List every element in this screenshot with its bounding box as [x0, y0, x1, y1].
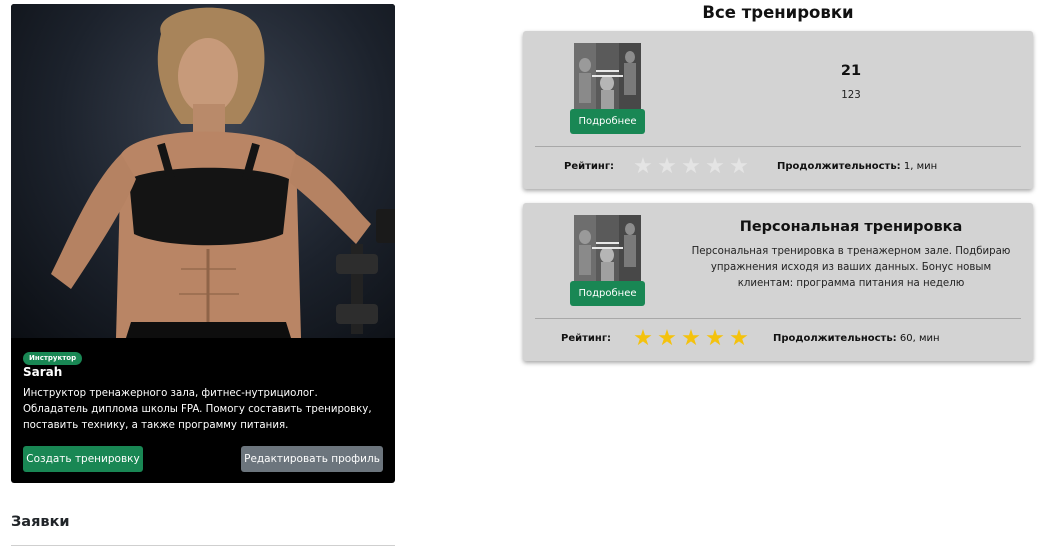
role-badge: Инструктор: [23, 352, 83, 365]
edit-profile-button[interactable]: Редактировать профиль: [241, 446, 383, 472]
workout-description: Персональная тренировка в тренажерном за…: [691, 246, 1011, 289]
workout-thumbnail: [574, 43, 641, 110]
instructor-bio: Инструктор тренажерного зала, фитнес-нут…: [23, 388, 372, 431]
duration-value: 1, мин: [903, 161, 938, 172]
workout-card: Подробнее Персональная тренировка Персон…: [523, 203, 1033, 361]
workout-title: 21: [840, 63, 862, 79]
workout-description: 123: [841, 90, 861, 101]
star-icon[interactable]: ★: [655, 327, 679, 351]
star-icon[interactable]: ★: [727, 327, 751, 351]
rating-label: Рейтинг:: [561, 333, 612, 344]
instructor-profile-card: Инструктор Sarah Инструктор тренажерного…: [11, 4, 395, 483]
star-icon[interactable]: ★: [727, 155, 751, 179]
workout-duration: Продолжительность: 60, мин: [773, 333, 940, 344]
duration-label: Продолжительность:: [773, 333, 897, 344]
star-icon[interactable]: ★: [631, 155, 655, 179]
star-icon[interactable]: ★: [655, 155, 679, 179]
workout-title: Персональная тренировка: [739, 219, 963, 235]
instructor-photo: [11, 4, 395, 338]
all-workouts-heading: Все тренировки: [702, 3, 854, 22]
duration-label: Продолжительность:: [777, 161, 901, 172]
star-icon[interactable]: ★: [703, 327, 727, 351]
create-workout-button[interactable]: Создать тренировку: [23, 446, 143, 472]
star-icon[interactable]: ★: [679, 327, 703, 351]
card-divider: [535, 146, 1021, 147]
rating-stars[interactable]: ★ ★ ★ ★ ★: [631, 327, 751, 351]
star-icon[interactable]: ★: [679, 155, 703, 179]
workout-duration: Продолжительность: 1, мин: [777, 161, 937, 172]
instructor-name: Sarah: [23, 365, 63, 379]
requests-divider: [11, 545, 395, 546]
details-button[interactable]: Подробнее: [570, 281, 645, 306]
workout-card: Подробнее 21 123 Рейтинг: ★ ★ ★ ★ ★ Продолжи…: [523, 31, 1033, 189]
duration-value: 60, мин: [899, 333, 940, 344]
card-divider: [535, 318, 1021, 319]
star-icon[interactable]: ★: [703, 155, 727, 179]
star-icon[interactable]: ★: [631, 327, 655, 351]
rating-stars[interactable]: ★ ★ ★ ★ ★: [631, 155, 751, 179]
rating-label: Рейтинг:: [564, 161, 615, 172]
details-button[interactable]: Подробнее: [570, 109, 645, 134]
workout-thumbnail: [574, 215, 641, 282]
requests-heading: Заявки: [11, 514, 70, 530]
